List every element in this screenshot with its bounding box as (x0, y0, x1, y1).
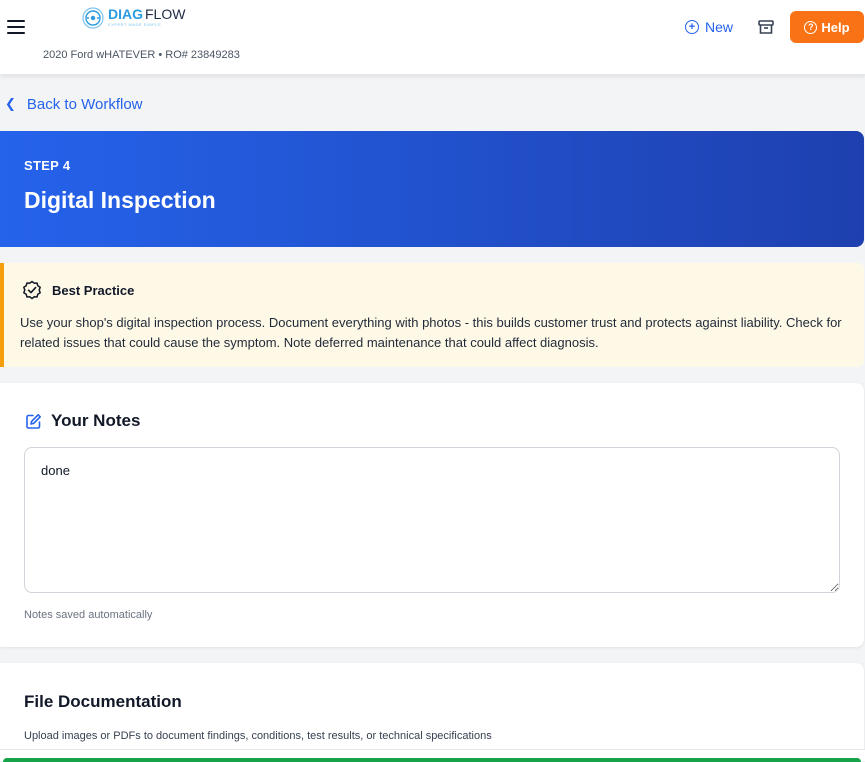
menu-icon[interactable] (7, 20, 25, 34)
question-circle-icon: ? (804, 20, 818, 34)
notes-title: Your Notes (51, 411, 141, 430)
logo-mark-icon (82, 7, 104, 29)
help-button-label: Help (821, 19, 850, 35)
logo-tagline: EXPERT MADE SIMPLE (108, 22, 162, 27)
app-logo[interactable]: DIAG FLOW EXPERT MADE SIMPLE (82, 6, 185, 32)
vehicle-info: 2020 Ford wHATEVER • RO# 23849283 (43, 49, 240, 61)
notes-card: Your Notes done Notes saved automaticall… (0, 383, 864, 647)
notes-textarea[interactable]: done (24, 447, 840, 593)
file-documentation-card: File Documentation Upload images or PDFs… (0, 663, 864, 761)
notes-autosave-hint: Notes saved automatically (24, 609, 153, 621)
plus-circle-icon: + (685, 20, 699, 34)
archive-icon[interactable] (757, 18, 775, 36)
best-practice-callout: Best Practice Use your shop's digital in… (0, 263, 864, 367)
new-button[interactable]: + New (685, 18, 733, 36)
back-link-label: Back to Workflow (26, 95, 143, 113)
badge-check-icon (23, 280, 41, 300)
best-practice-body: Use your shop's digital inspection proce… (20, 315, 842, 350)
complete-step-button[interactable] (3, 758, 861, 762)
back-to-workflow-link[interactable]: ❮ Back to Workflow (5, 94, 143, 114)
logo-word-diag: DIAG (108, 6, 143, 22)
app-header: DIAG FLOW EXPERT MADE SIMPLE 2020 Ford wH… (0, 0, 865, 75)
file-documentation-title: File Documentation (24, 692, 182, 711)
new-button-label: New (705, 19, 734, 35)
help-button[interactable]: ? Help (790, 11, 864, 43)
step-title: Digital Inspection (24, 187, 216, 213)
best-practice-title: Best Practice (52, 282, 135, 298)
file-documentation-description: Upload images or PDFs to document findin… (24, 730, 492, 742)
step-banner: STEP 4 Digital Inspection (0, 131, 864, 247)
bottom-action-bar (0, 749, 865, 762)
logo-word-flow: FLOW (145, 6, 186, 22)
step-number: STEP 4 (24, 158, 71, 173)
edit-icon (26, 413, 41, 429)
chevron-left-icon: ❮ (5, 96, 16, 111)
